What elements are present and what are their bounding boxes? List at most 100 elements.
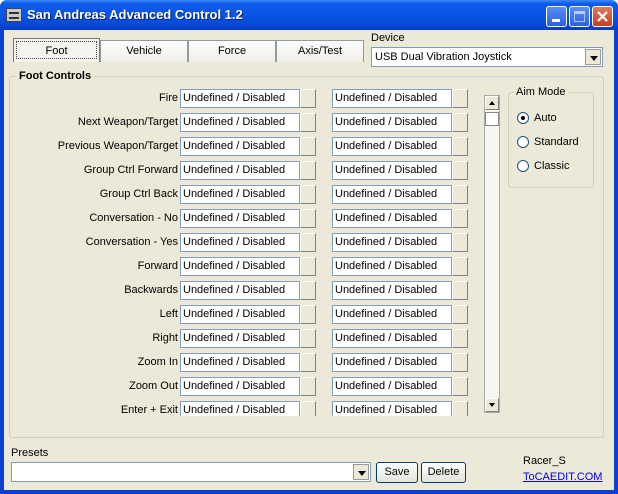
control-label: Conversation - Yes: [85, 236, 178, 248]
primary-binding-value: Undefined / Disabled: [183, 332, 286, 344]
device-label: Device: [371, 32, 405, 44]
primary-binding-button[interactable]: [300, 113, 316, 132]
secondary-binding-field[interactable]: Undefined / Disabled: [332, 257, 452, 276]
primary-binding-button[interactable]: [300, 137, 316, 156]
primary-binding-value: Undefined / Disabled: [183, 164, 286, 176]
primary-binding-button[interactable]: [300, 353, 316, 372]
radio-icon: [517, 112, 529, 124]
secondary-binding-button[interactable]: [452, 257, 468, 276]
control-label: Previous Weapon/Target: [57, 140, 178, 152]
primary-binding-button[interactable]: [300, 209, 316, 228]
primary-binding-value: Undefined / Disabled: [183, 92, 286, 104]
minimize-icon: [552, 19, 560, 22]
secondary-binding-field[interactable]: Undefined / Disabled: [332, 353, 452, 372]
control-label: Next Weapon/Target: [77, 116, 178, 128]
secondary-binding-field[interactable]: Undefined / Disabled: [332, 281, 452, 300]
primary-binding-field[interactable]: Undefined / Disabled: [180, 281, 300, 300]
primary-binding-button[interactable]: [300, 377, 316, 396]
primary-binding-value: Undefined / Disabled: [183, 380, 286, 392]
tab-vehicle[interactable]: Vehicle: [100, 40, 188, 62]
primary-binding-field[interactable]: Undefined / Disabled: [180, 185, 300, 204]
presets-select[interactable]: [11, 462, 371, 482]
controls-scrollbar[interactable]: [484, 95, 500, 413]
secondary-binding-field[interactable]: Undefined / Disabled: [332, 185, 452, 204]
secondary-binding-button[interactable]: [452, 329, 468, 348]
primary-binding-button[interactable]: [300, 185, 316, 204]
control-row: Zoom Out Undefined / Disabled Undefined / …: [10, 376, 480, 398]
primary-binding-field[interactable]: Undefined / Disabled: [180, 89, 300, 108]
secondary-binding-field[interactable]: Undefined / Disabled: [332, 329, 452, 348]
secondary-binding-button[interactable]: [452, 233, 468, 252]
secondary-binding-button[interactable]: [452, 401, 468, 416]
delete-button[interactable]: Delete: [421, 462, 466, 483]
secondary-binding-field[interactable]: Undefined / Disabled: [332, 113, 452, 132]
primary-binding-field[interactable]: Undefined / Disabled: [180, 113, 300, 132]
secondary-binding-field[interactable]: Undefined / Disabled: [332, 137, 452, 156]
title-bar[interactable]: San Andreas Advanced Control 1.2: [0, 0, 618, 30]
scroll-thumb[interactable]: [485, 112, 499, 126]
aim-mode-standard-radio[interactable]: Standard: [517, 134, 587, 150]
device-select[interactable]: USB Dual Vibration Joystick: [371, 47, 603, 67]
primary-binding-button[interactable]: [300, 161, 316, 180]
primary-binding-field[interactable]: Undefined / Disabled: [180, 257, 300, 276]
secondary-binding-button[interactable]: [452, 89, 468, 108]
primary-binding-field[interactable]: Undefined / Disabled: [180, 377, 300, 396]
control-label: Left: [159, 308, 178, 320]
primary-binding-field[interactable]: Undefined / Disabled: [180, 329, 300, 348]
tab-force[interactable]: Force: [188, 40, 276, 62]
primary-binding-button[interactable]: [300, 401, 316, 416]
secondary-binding-button[interactable]: [452, 353, 468, 372]
secondary-binding-field[interactable]: Undefined / Disabled: [332, 377, 452, 396]
secondary-binding-button[interactable]: [452, 209, 468, 228]
primary-binding-button[interactable]: [300, 257, 316, 276]
maximize-button[interactable]: [569, 6, 590, 27]
primary-binding-field[interactable]: Undefined / Disabled: [180, 137, 300, 156]
website-link[interactable]: ToCAEDIT.COM: [523, 471, 602, 483]
secondary-binding-value: Undefined / Disabled: [335, 308, 438, 320]
secondary-binding-button[interactable]: [452, 161, 468, 180]
primary-binding-field[interactable]: Undefined / Disabled: [180, 305, 300, 324]
secondary-binding-value: Undefined / Disabled: [335, 260, 438, 272]
secondary-binding-field[interactable]: Undefined / Disabled: [332, 209, 452, 228]
primary-binding-field[interactable]: Undefined / Disabled: [180, 209, 300, 228]
control-label: Group Ctrl Back: [99, 188, 178, 200]
primary-binding-field[interactable]: Undefined / Disabled: [180, 353, 300, 372]
primary-binding-button[interactable]: [300, 281, 316, 300]
secondary-binding-field[interactable]: Undefined / Disabled: [332, 401, 452, 416]
tab-axis-test[interactable]: Axis/Test: [276, 40, 364, 62]
close-button[interactable]: [592, 6, 613, 27]
aim-mode-auto-radio[interactable]: Auto: [517, 110, 587, 126]
primary-binding-button[interactable]: [300, 89, 316, 108]
control-row: Conversation - Yes Undefined / Disabled Un…: [10, 232, 480, 254]
control-row: Right Undefined / Disabled Undefined / Dis…: [10, 328, 480, 350]
secondary-binding-button[interactable]: [452, 377, 468, 396]
foot-controls-label: Foot Controls: [16, 70, 95, 82]
primary-binding-field[interactable]: Undefined / Disabled: [180, 401, 300, 416]
primary-binding-button[interactable]: [300, 305, 316, 324]
scroll-up-arrow-icon[interactable]: [485, 96, 499, 110]
primary-binding-button[interactable]: [300, 329, 316, 348]
chevron-down-icon[interactable]: [353, 464, 369, 480]
secondary-binding-button[interactable]: [452, 305, 468, 324]
secondary-binding-button[interactable]: [452, 113, 468, 132]
control-row: Next Weapon/Target Undefined / Disabled Un…: [10, 112, 480, 134]
primary-binding-field[interactable]: Undefined / Disabled: [180, 233, 300, 252]
control-label: Conversation - No: [89, 212, 178, 224]
chevron-down-icon[interactable]: [585, 49, 601, 65]
secondary-binding-button[interactable]: [452, 281, 468, 300]
tab-foot[interactable]: Foot: [13, 38, 100, 62]
primary-binding-field[interactable]: Undefined / Disabled: [180, 161, 300, 180]
minimize-button[interactable]: [546, 6, 567, 27]
secondary-binding-button[interactable]: [452, 137, 468, 156]
secondary-binding-field[interactable]: Undefined / Disabled: [332, 233, 452, 252]
secondary-binding-field[interactable]: Undefined / Disabled: [332, 161, 452, 180]
aim-mode-classic-radio[interactable]: Classic: [517, 158, 587, 174]
secondary-binding-field[interactable]: Undefined / Disabled: [332, 89, 452, 108]
scroll-down-arrow-icon[interactable]: [485, 398, 499, 412]
secondary-binding-value: Undefined / Disabled: [335, 92, 438, 104]
primary-binding-button[interactable]: [300, 233, 316, 252]
secondary-binding-field[interactable]: Undefined / Disabled: [332, 305, 452, 324]
save-button[interactable]: Save: [376, 462, 418, 483]
secondary-binding-button[interactable]: [452, 185, 468, 204]
secondary-binding-value: Undefined / Disabled: [335, 140, 438, 152]
